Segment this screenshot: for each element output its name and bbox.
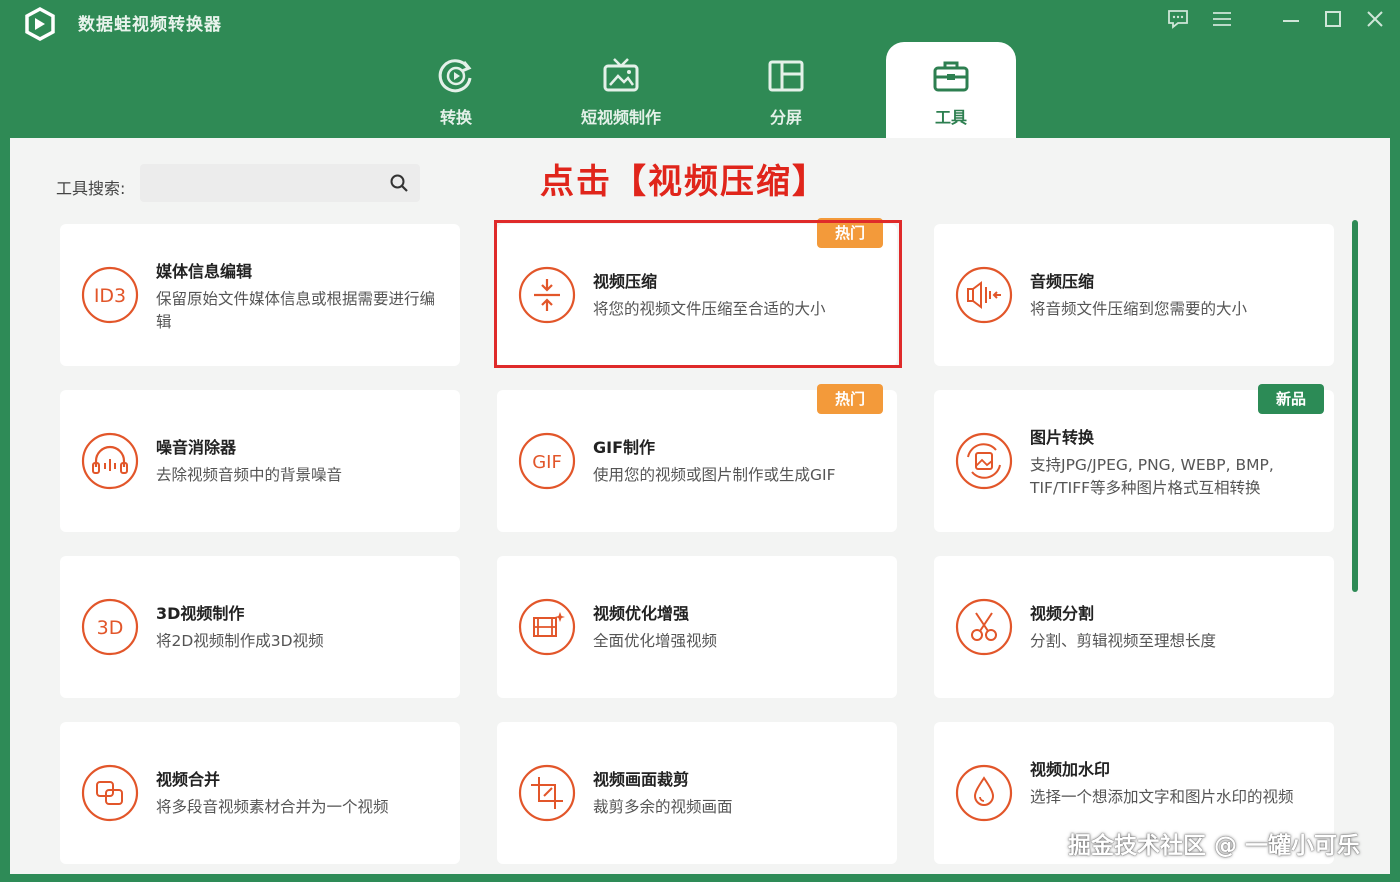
tool-title: 视频合并	[156, 770, 221, 789]
3d-icon-text: 3D	[97, 617, 124, 639]
tool-title: 音频压缩	[1030, 272, 1095, 291]
tool-description: 全面优化增强视频	[593, 632, 718, 650]
search-field[interactable]	[140, 164, 420, 202]
tool-description: 支持JPG/JPEG, PNG, WEBP, BMP, TIF/TIFF等多种图…	[1030, 456, 1274, 497]
tool-title: 噪音消除器	[156, 438, 237, 457]
split-screen-icon	[768, 60, 804, 92]
scissors-icon	[955, 598, 1013, 656]
tool-description: 将音频文件压缩到您需要的大小	[1030, 300, 1248, 318]
audio-compress-icon	[955, 266, 1013, 324]
tab-label: 转换	[439, 108, 472, 127]
tool-card-audio-compress[interactable]: 音频压缩 将音频文件压缩到您需要的大小	[934, 224, 1334, 366]
search-input[interactable]	[148, 170, 378, 196]
scrollbar[interactable]	[1352, 220, 1358, 592]
tool-title: GIF制作	[593, 438, 656, 457]
tab-short-video[interactable]: 短视频制作	[556, 42, 686, 138]
tool-card-video-crop[interactable]: 视频画面裁剪 裁剪多余的视频画面	[497, 722, 897, 864]
tab-label: 分屏	[769, 108, 802, 127]
source-watermark: 掘金技术社区 @ 一罐小可乐	[1068, 833, 1361, 859]
gif-icon-text: GIF	[532, 452, 562, 473]
tool-description: 将您的视频文件压缩至合适的大小	[593, 300, 826, 318]
tool-title: 视频分割	[1030, 604, 1095, 623]
tool-description: 将2D视频制作成3D视频	[156, 632, 324, 650]
tool-card-noise-remover[interactable]: 噪音消除器 去除视频音频中的背景噪音	[60, 390, 460, 532]
tool-card-video-split[interactable]: 视频分割 分割、剪辑视频至理想长度	[934, 556, 1334, 698]
convert-icon	[438, 59, 472, 93]
tools-panel: 工具搜索: 点击【视频压缩】 ID3 媒体信息编辑 保留原始文件媒体信息或根据需…	[10, 138, 1390, 874]
new-badge: 新品	[1258, 384, 1324, 414]
app-logo-icon	[25, 7, 55, 41]
short-video-icon	[603, 58, 639, 92]
tool-description: 使用您的视频或图片制作或生成GIF	[593, 466, 836, 484]
tool-description: 选择一个想添加文字和图片水印的视频	[1030, 788, 1294, 806]
maximize-icon[interactable]	[1320, 6, 1346, 32]
tool-description: 分割、剪辑视频至理想长度	[1030, 632, 1217, 650]
tool-description: 将多段音视频素材合并为一个视频	[156, 798, 389, 816]
title-bar: 数据蛙视频转换器 转换 短视频制作 分屏 工具	[0, 0, 1400, 140]
crop-icon	[518, 764, 576, 822]
close-icon[interactable]	[1362, 6, 1388, 32]
toolbox-icon	[933, 61, 969, 92]
tool-description: 去除视频音频中的背景噪音	[156, 466, 343, 484]
tool-card-media-info-edit[interactable]: ID3 媒体信息编辑 保留原始文件媒体信息或根据需要进行编辑	[60, 224, 460, 366]
tool-card-gif-maker[interactable]: 热门 GIF GIF制作 使用您的视频或图片制作或生成GIF	[497, 384, 897, 532]
tool-card-video-enhance[interactable]: 视频优化增强 全面优化增强视频	[497, 556, 897, 698]
tab-label: 短视频制作	[580, 108, 661, 127]
id3-icon-text: ID3	[94, 285, 126, 307]
tool-card-3d-video[interactable]: 3D 3D视频制作 将2D视频制作成3D视频	[60, 556, 460, 698]
merge-icon	[81, 764, 139, 822]
tool-title: 图片转换	[1030, 428, 1095, 447]
tool-card-video-compress[interactable]: 热门 视频压缩 将您的视频文件压缩至合适的大小	[497, 218, 897, 366]
tool-card-video-merge[interactable]: 视频合并 将多段音视频素材合并为一个视频	[60, 722, 460, 864]
menu-icon[interactable]	[1209, 6, 1235, 32]
tool-title: 3D视频制作	[156, 604, 245, 623]
watermark-icon	[955, 764, 1013, 822]
tool-description: 裁剪多余的视频画面	[593, 798, 733, 816]
hot-badge: 热门	[817, 218, 883, 248]
tool-title: 视频画面裁剪	[593, 770, 690, 789]
hot-badge: 热门	[817, 384, 883, 414]
tool-title: 媒体信息编辑	[156, 262, 253, 281]
gif-icon: GIF	[518, 432, 576, 490]
tool-title: 视频加水印	[1030, 760, 1111, 779]
id3-icon: ID3	[81, 266, 139, 324]
tab-convert[interactable]: 转换	[391, 42, 521, 138]
tab-split-screen[interactable]: 分屏	[721, 42, 851, 138]
tab-label: 工具	[934, 108, 967, 127]
tool-title: 视频优化增强	[593, 604, 690, 623]
search-label: 工具搜索:	[56, 179, 126, 198]
tool-card-image-convert[interactable]: 新品 图片转换 支持JPG/JPEG, PNG, WEBP, BMP, TIF/…	[934, 384, 1334, 532]
minimize-icon[interactable]	[1278, 6, 1304, 32]
image-convert-icon	[955, 432, 1013, 490]
headphone-icon	[81, 432, 139, 490]
app-title: 数据蛙视频转换器	[78, 15, 222, 35]
tool-title: 视频压缩	[593, 272, 658, 291]
tool-description: 保留原始文件媒体信息或根据需要进行编辑	[156, 290, 436, 331]
tab-tools[interactable]: 工具	[886, 42, 1016, 138]
instruction-annotation: 点击【视频压缩】	[540, 162, 828, 202]
enhance-icon	[518, 598, 576, 656]
search-icon[interactable]	[388, 172, 410, 194]
3d-icon: 3D	[81, 598, 139, 656]
feedback-icon[interactable]	[1165, 6, 1191, 32]
compress-icon	[518, 266, 576, 324]
